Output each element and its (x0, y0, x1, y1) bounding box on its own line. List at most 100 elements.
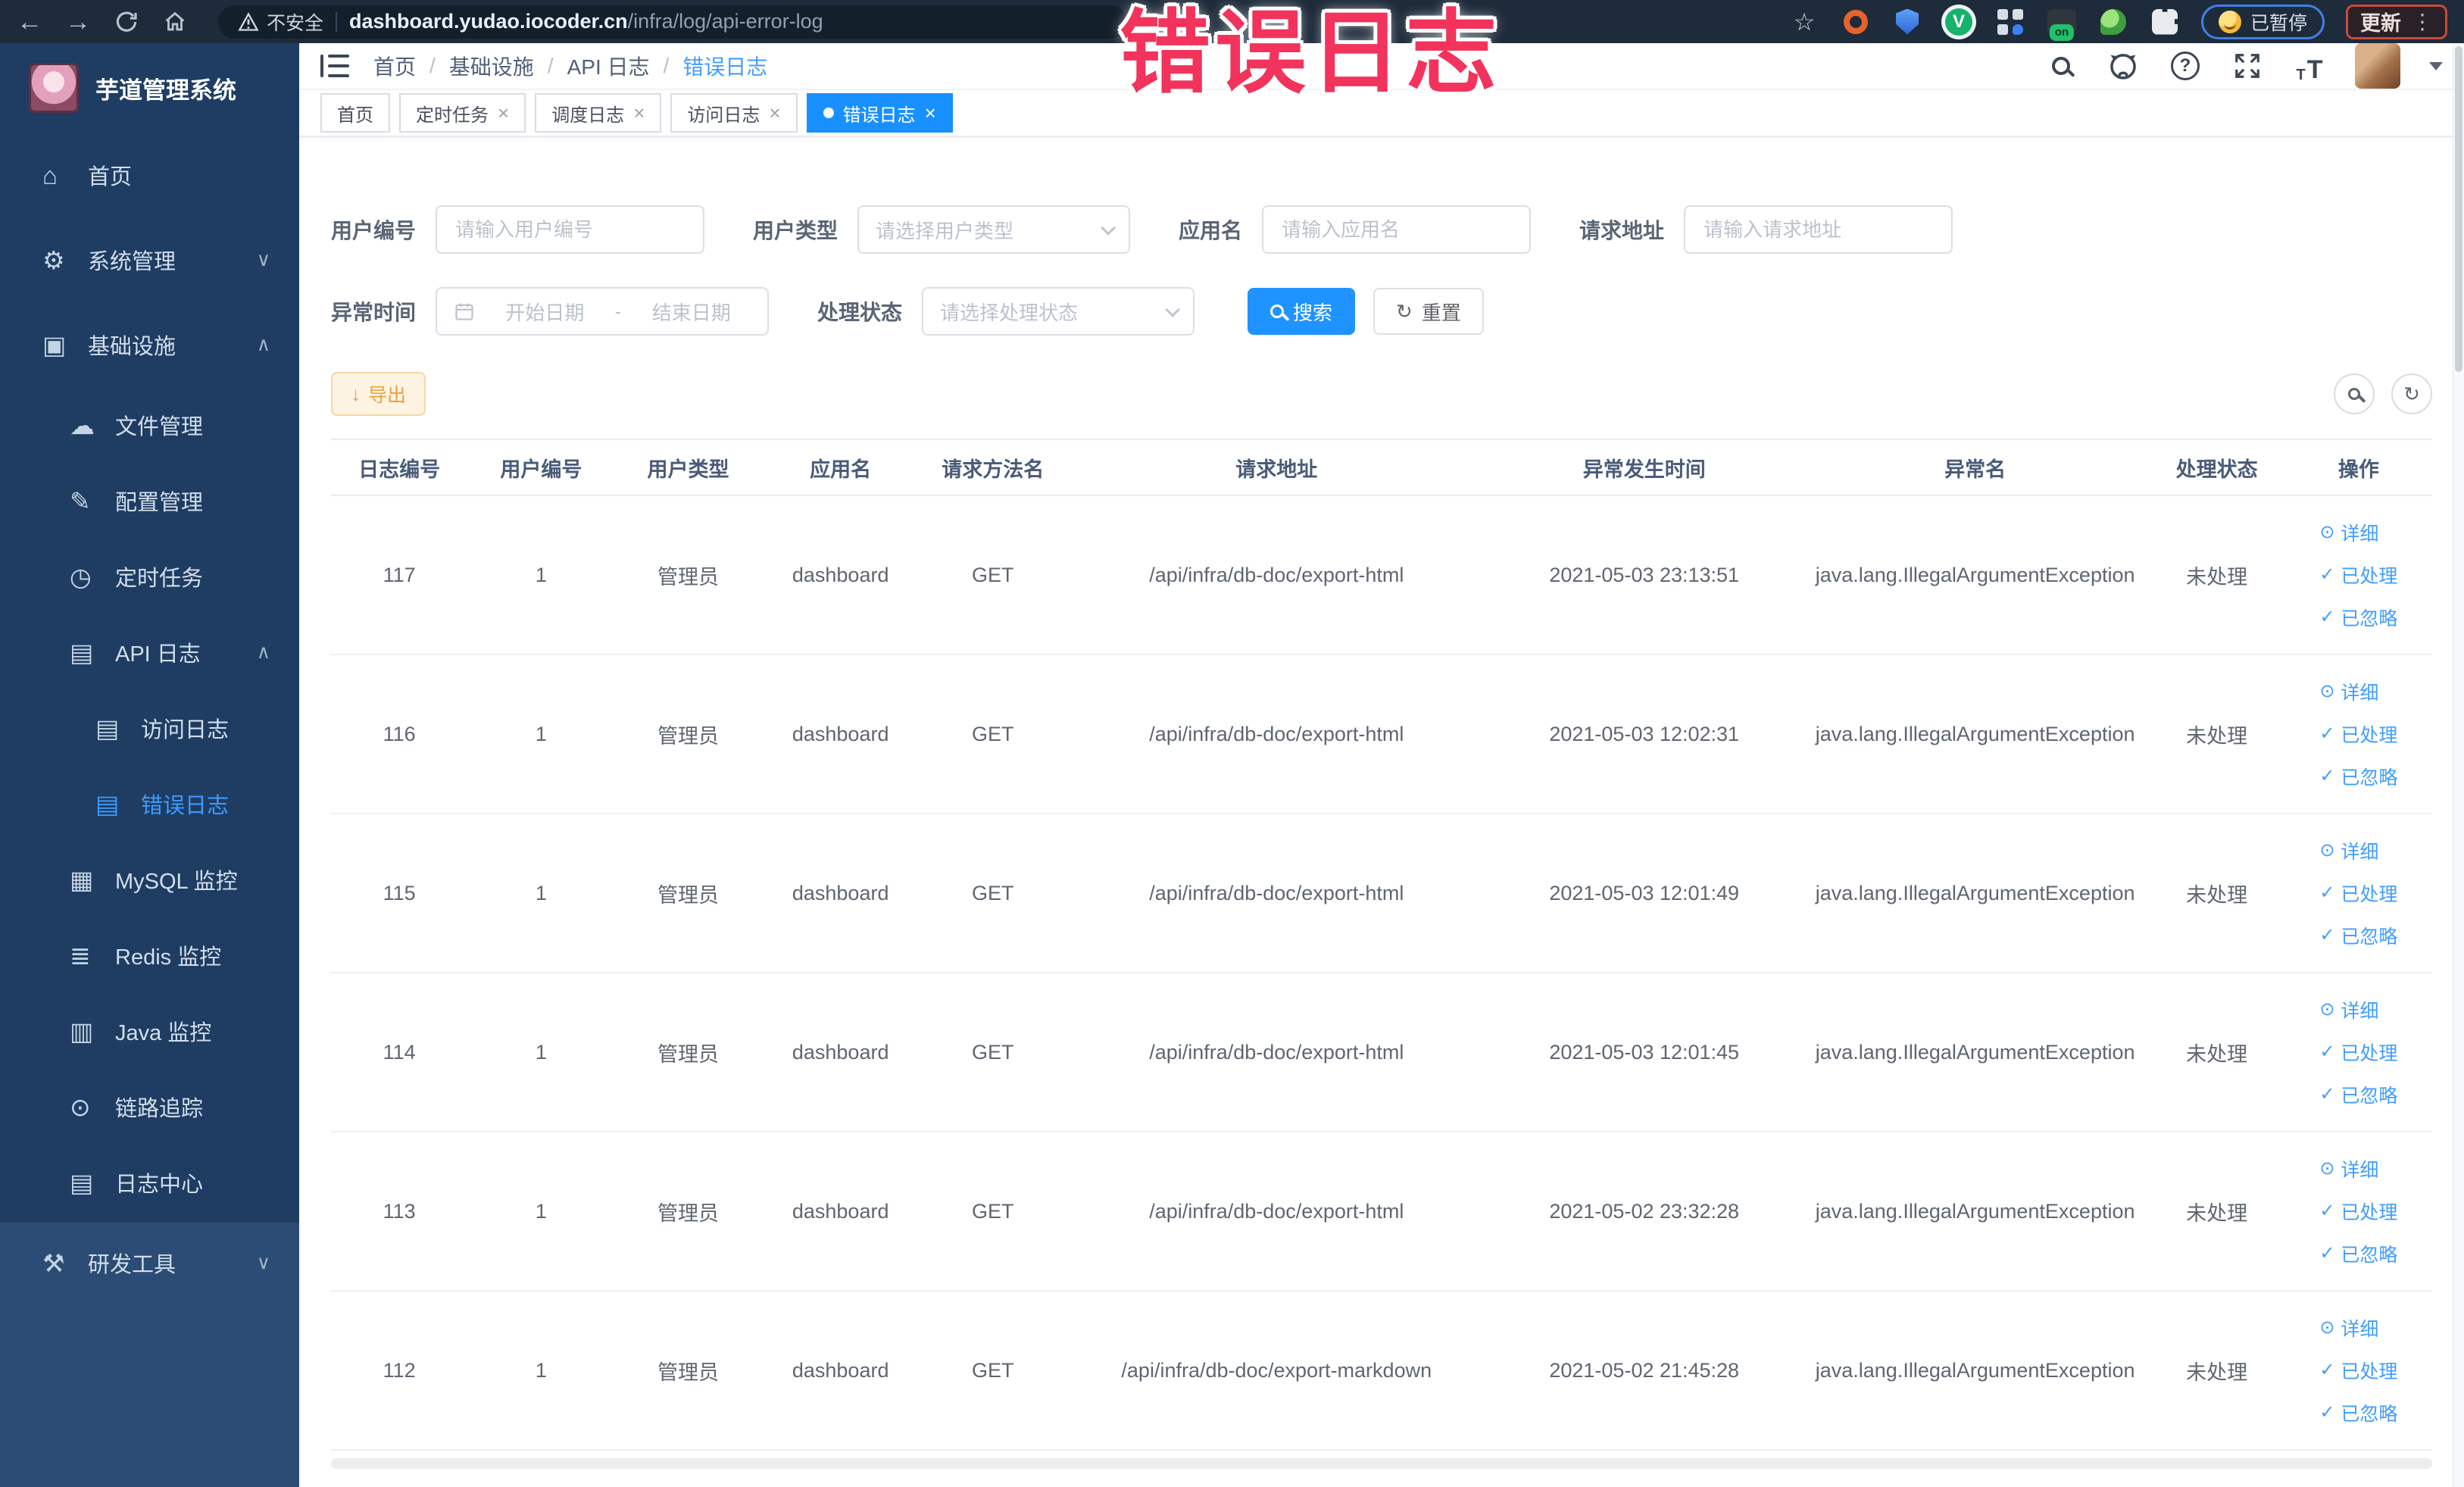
hamburger-icon[interactable] (320, 55, 351, 77)
tab[interactable]: 首页 × (320, 93, 390, 133)
security-warning[interactable]: 不安全 (238, 8, 323, 36)
sidebar-item[interactable]: ✎ 配置管理 (0, 463, 299, 539)
bookmark-star-icon[interactable]: ☆ (1789, 7, 1819, 37)
ignored-link[interactable]: ✓ 已忽略 (2319, 1081, 2397, 1108)
detail-link[interactable]: ⊙ 详细 (2319, 996, 2378, 1023)
cell-time: 2021-05-03 12:01:49 (1486, 814, 1802, 973)
sidebar-item[interactable]: ⊙ 链路追踪 (0, 1069, 299, 1145)
close-icon[interactable]: × (633, 103, 645, 123)
sidebar-item[interactable]: ▦ MySQL 监控 (0, 842, 299, 917)
processed-link[interactable]: ✓ 已处理 (2319, 1039, 2397, 1066)
github-icon[interactable] (2106, 49, 2140, 83)
date-range-picker[interactable]: 开始日期 - 结束日期 (436, 287, 770, 336)
cell-time: 2021-05-03 12:02:31 (1486, 654, 1802, 814)
chevron-down-icon[interactable] (2429, 61, 2443, 70)
extension-grid-icon[interactable] (1995, 7, 2025, 37)
table-row: 116 1 管理员 dashboard GET /api/infra/db-do… (331, 654, 2432, 814)
close-icon[interactable]: × (925, 103, 936, 123)
sidebar-item[interactable]: ⚙ 系统管理 ∨ (0, 217, 299, 302)
doc-icon: ▤ (95, 789, 120, 818)
app-name-field[interactable] (1262, 205, 1532, 254)
detail-link[interactable]: ⊙ 详细 (2319, 1155, 2378, 1182)
font-size-icon[interactable]: TT (2293, 49, 2326, 83)
vertical-scrollbar[interactable] (2453, 43, 2464, 1487)
avatar[interactable] (2355, 43, 2400, 89)
help-icon[interactable]: ? (2169, 49, 2202, 83)
sidebar-item[interactable]: ≣ Redis 监控 (0, 917, 299, 993)
warning-icon (238, 11, 259, 31)
tab[interactable]: 访问日志 × (670, 93, 798, 133)
screen: ← → 不安全 dashboard.yudao.iocoder.cn/infra… (0, 0, 2464, 1487)
breadcrumb-item[interactable]: 错误日志 (682, 51, 767, 81)
ignored-link[interactable]: ✓ 已忽略 (2319, 1240, 2397, 1267)
scrollbar-thumb[interactable] (2455, 46, 2462, 372)
request-url-label: 请求地址 (1579, 219, 1665, 242)
extension-puzzle-icon[interactable] (2150, 7, 2180, 37)
processed-link[interactable]: ✓ 已处理 (2319, 1198, 2397, 1225)
extension-on-icon[interactable]: on (2047, 7, 2077, 41)
ignored-link[interactable]: ✓ 已忽略 (2319, 763, 2397, 790)
paused-badge[interactable]: 已暂停 (2200, 4, 2325, 39)
search-button[interactable]: 搜索 (1248, 288, 1356, 335)
reset-button[interactable]: ↻ 重置 (1373, 288, 1484, 335)
sidebar-item[interactable]: ◷ 定时任务 (0, 539, 299, 614)
extension-leaf-icon[interactable] (2098, 7, 2128, 37)
ignored-link[interactable]: ✓ 已忽略 (2319, 1399, 2397, 1426)
sidebar-item[interactable]: ▤ 错误日志 (0, 766, 299, 842)
user-type-select[interactable]: 请选择用户类型 (857, 205, 1131, 254)
cell-url: /api/infra/db-doc/export-html (1066, 1132, 1487, 1292)
cell-user-id: 1 (467, 1291, 615, 1451)
address-bar[interactable]: 不安全 dashboard.yudao.iocoder.cn/infra/log… (218, 5, 1127, 39)
fullscreen-icon[interactable] (2231, 49, 2264, 83)
horizontal-scrollbar[interactable] (331, 1458, 2432, 1469)
tab[interactable]: 调度日志 × (535, 93, 662, 133)
processed-link[interactable]: ✓ 已处理 (2319, 561, 2397, 589)
browser-update-button[interactable]: 更新 ⋮ (2346, 4, 2447, 39)
sidebar-item[interactable]: ▤ 日志中心 (0, 1145, 299, 1220)
sidebar: 芋道管理系统 ⌂ 首页 ⚙ 系统管理 ∨ ▣ 基础设施 ∧ ☁ 文件管理 ✎ 配… (0, 43, 299, 1487)
table-header-row: 日志编号 用户编号 用户类型 应用名 请求方法名 请求地址 异常发生时间 异常名… (331, 439, 2432, 496)
chevron-down-icon (1165, 301, 1181, 317)
sidebar-item[interactable]: ▥ Java 监控 (0, 993, 299, 1069)
sidebar-item[interactable]: ⌂ 首页 (0, 133, 299, 217)
refresh-button[interactable]: ↻ (2391, 373, 2432, 414)
close-icon[interactable]: × (769, 103, 780, 123)
request-url-field[interactable] (1684, 205, 1953, 254)
toggle-search-button[interactable] (2334, 373, 2375, 414)
detail-link[interactable]: ⊙ 详细 (2319, 837, 2378, 864)
cell-method: GET (919, 814, 1066, 973)
sidebar-item[interactable]: ▤ 访问日志 (0, 690, 299, 766)
processed-link[interactable]: ✓ 已处理 (2319, 1357, 2397, 1384)
reload-icon[interactable] (114, 9, 139, 35)
sidebar-item[interactable]: ☁ 文件管理 (0, 387, 299, 463)
process-status-select[interactable]: 请选择处理状态 (922, 287, 1195, 336)
back-icon[interactable]: ← (17, 9, 42, 35)
ignored-link[interactable]: ✓ 已忽略 (2319, 922, 2397, 949)
extension-orange-icon[interactable] (1841, 7, 1871, 37)
kebab-menu-icon[interactable]: ⋮ (2412, 9, 2433, 34)
check-icon: ✓ (2319, 1360, 2335, 1380)
ignored-link[interactable]: ✓ 已忽略 (2319, 604, 2397, 631)
breadcrumb-item[interactable]: 首页 (373, 51, 449, 81)
processed-link[interactable]: ✓ 已处理 (2319, 879, 2397, 907)
breadcrumb-item[interactable]: API 日志 (567, 51, 683, 81)
sidebar-item-dev-tools[interactable]: ⚒ 研发工具 ∨ (0, 1220, 299, 1305)
detail-link[interactable]: ⊙ 详细 (2319, 1314, 2378, 1342)
url-text[interactable]: dashboard.yudao.iocoder.cn/infra/log/api… (349, 10, 823, 33)
sidebar-item[interactable]: ▤ API 日志 ∧ (0, 614, 299, 690)
export-button[interactable]: ↓ 导出 (331, 372, 426, 416)
forward-icon[interactable]: → (65, 9, 91, 35)
detail-link[interactable]: ⊙ 详细 (2319, 678, 2378, 705)
processed-link[interactable]: ✓ 已处理 (2319, 720, 2397, 748)
close-icon[interactable]: × (498, 103, 509, 123)
extension-shield-icon[interactable] (1892, 7, 1922, 37)
extension-v-icon[interactable]: V (1944, 7, 1974, 37)
sidebar-item[interactable]: ▣ 基础设施 ∧ (0, 302, 299, 387)
search-icon[interactable] (2044, 49, 2078, 83)
home-icon[interactable] (162, 9, 188, 35)
breadcrumb-item[interactable]: 基础设施 (449, 51, 567, 81)
user-id-field[interactable] (436, 205, 705, 254)
tab[interactable]: 定时任务 × (399, 93, 526, 133)
tab[interactable]: 错误日志 × (806, 93, 953, 133)
detail-link[interactable]: ⊙ 详细 (2319, 519, 2378, 546)
